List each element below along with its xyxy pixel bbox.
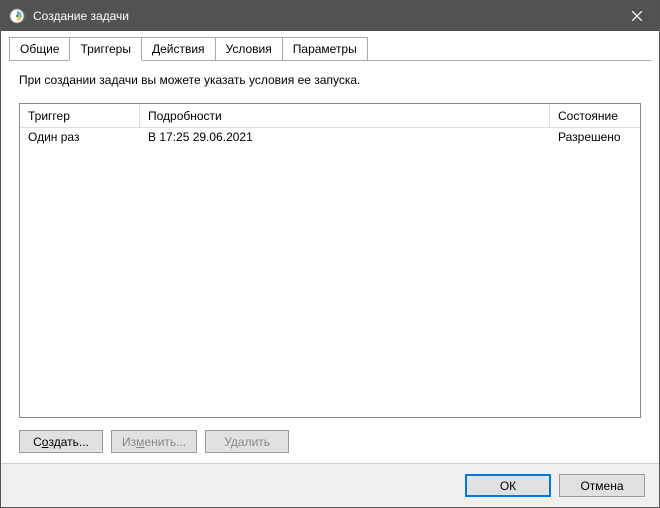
delete-button[interactable]: Удалить: [205, 430, 289, 453]
titlebar: Создание задачи: [1, 1, 659, 31]
window-title: Создание задачи: [33, 9, 614, 23]
close-button[interactable]: [614, 1, 659, 31]
tab-content: При создании задачи вы можете указать ус…: [1, 61, 659, 463]
table-row[interactable]: Один раз В 17:25 29.06.2021 Разрешено: [20, 128, 640, 148]
cell-state: Разрешено: [550, 128, 640, 148]
dialog-footer: ОК Отмена: [1, 463, 659, 507]
cell-details: В 17:25 29.06.2021: [140, 128, 550, 148]
create-button[interactable]: Создать...: [19, 430, 103, 453]
tab-strip: Общие Триггеры Действия Условия Параметр…: [1, 31, 659, 61]
hint-text: При создании задачи вы можете указать ус…: [19, 73, 641, 87]
col-state[interactable]: Состояние: [550, 104, 640, 127]
list-header: Триггер Подробности Состояние: [20, 104, 640, 128]
cancel-button[interactable]: Отмена: [559, 474, 645, 497]
tab-actions[interactable]: Действия: [141, 37, 216, 61]
col-details[interactable]: Подробности: [140, 104, 550, 127]
col-trigger[interactable]: Триггер: [20, 104, 140, 127]
ok-button[interactable]: ОК: [465, 474, 551, 497]
cell-trigger: Один раз: [20, 128, 140, 148]
action-row: Создать... Изменить... Удалить: [19, 430, 641, 453]
dialog-window: Создание задачи Общие Триггеры Действия …: [0, 0, 660, 508]
edit-button[interactable]: Изменить...: [111, 430, 197, 453]
task-scheduler-icon: [9, 8, 25, 24]
tab-settings[interactable]: Параметры: [282, 37, 368, 61]
tab-triggers[interactable]: Триггеры: [69, 37, 142, 61]
triggers-list[interactable]: Триггер Подробности Состояние Один раз В…: [19, 103, 641, 418]
tab-conditions[interactable]: Условия: [215, 37, 283, 61]
tab-general[interactable]: Общие: [9, 37, 70, 61]
